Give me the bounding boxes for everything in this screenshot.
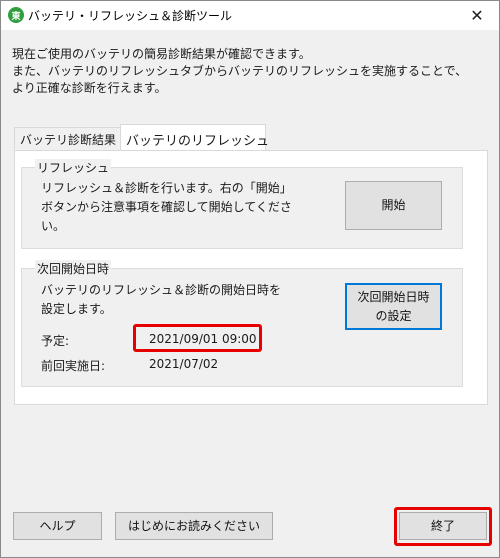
- schedule-description-line: 設定します。: [41, 302, 112, 316]
- exit-button-label: 終了: [430, 518, 455, 533]
- last-run-label: 前回実施日:: [41, 359, 106, 373]
- content-area: 現在ご使用のバッテリの簡易診断結果が確認できます。 また、バッテリのリフレッシュ…: [1, 30, 499, 557]
- schedule-group-title: 次回開始日時: [35, 260, 112, 277]
- intro-line: より正確な診断を行えます。: [12, 81, 167, 95]
- scheduled-label: 予定:: [41, 334, 70, 348]
- tab-battery-diagnosis[interactable]: バッテリ診断結果: [14, 127, 121, 149]
- scheduled-value: 2021/09/01 09:00: [149, 332, 257, 346]
- tab-panel-refresh: リフレッシュ リフレッシュ＆診断を行います。右の「開始」 ボタンから注意事項を確…: [14, 150, 488, 405]
- close-icon[interactable]: ✕: [455, 1, 499, 30]
- last-run-value: 2021/07/02: [149, 357, 219, 371]
- refresh-group-title: リフレッシュ: [35, 159, 112, 176]
- start-button[interactable]: 開始: [345, 181, 442, 230]
- window-title: バッテリ・リフレッシュ＆診断ツール: [28, 9, 233, 23]
- set-schedule-label-line: 次回開始日時: [357, 289, 430, 304]
- readme-button[interactable]: はじめにお読みください: [115, 512, 273, 540]
- main-window: 東 バッテリ・リフレッシュ＆診断ツール ✕ 現在ご使用のバッテリの簡易診断結果が…: [0, 0, 500, 558]
- schedule-group: 次回開始日時 バッテリのリフレッシュ＆診断の開始日時を 設定します。 次回開始日…: [21, 260, 463, 387]
- help-button-label: ヘルプ: [39, 518, 76, 533]
- title-bar: 東 バッテリ・リフレッシュ＆診断ツール ✕: [1, 1, 499, 30]
- help-button[interactable]: ヘルプ: [13, 512, 102, 540]
- exit-button[interactable]: 終了: [399, 512, 487, 540]
- refresh-description-line: ボタンから注意事項を確認して開始してくださ: [41, 200, 292, 214]
- tab-battery-refresh[interactable]: バッテリのリフレッシュ: [120, 124, 269, 150]
- schedule-description: バッテリのリフレッシュ＆診断の開始日時を 設定します。: [41, 281, 281, 319]
- refresh-description-line: い。: [41, 219, 66, 233]
- intro-line: また、バッテリのリフレッシュタブからバッテリのリフレッシュを実施することで、: [12, 64, 468, 78]
- schedule-description-line: バッテリのリフレッシュ＆診断の開始日時を: [41, 283, 282, 297]
- refresh-description: リフレッシュ＆診断を行います。右の「開始」 ボタンから注意事項を確認して開始して…: [41, 179, 292, 236]
- set-schedule-label-line: の設定: [375, 308, 412, 323]
- refresh-description-line: リフレッシュ＆診断を行います。右の「開始」: [41, 181, 292, 195]
- intro-text: 現在ご使用のバッテリの簡易診断結果が確認できます。 また、バッテリのリフレッシュ…: [12, 46, 492, 97]
- set-schedule-button[interactable]: 次回開始日時 の設定: [345, 283, 442, 330]
- start-button-label: 開始: [381, 198, 406, 212]
- refresh-group: リフレッシュ リフレッシュ＆診断を行います。右の「開始」 ボタンから注意事項を確…: [21, 159, 463, 249]
- intro-line: 現在ご使用のバッテリの簡易診断結果が確認できます。: [12, 47, 311, 61]
- app-icon: 東: [8, 7, 24, 23]
- readme-button-label: はじめにお読みください: [127, 518, 260, 533]
